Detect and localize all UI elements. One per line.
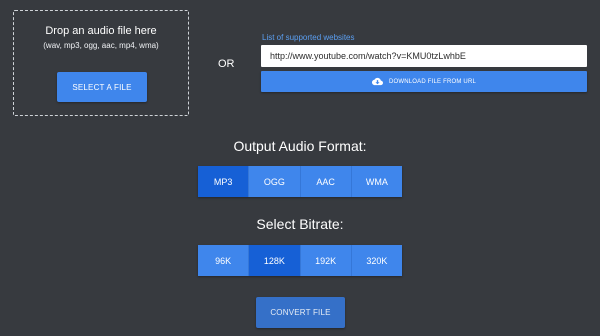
- supported-formats-text: (wav, mp3, ogg, aac, mp4, wma): [43, 41, 159, 50]
- url-input[interactable]: [261, 45, 587, 67]
- convert-file-button[interactable]: CONVERT FILE: [256, 297, 345, 328]
- drop-zone-title: Drop an audio file here: [45, 25, 157, 37]
- format-option-aac[interactable]: AAC: [300, 166, 352, 197]
- bitrate-option-320k[interactable]: 320K: [351, 245, 402, 276]
- format-selector: MP3 OGG AAC WMA: [198, 166, 402, 197]
- download-from-url-button[interactable]: DOWNLOAD FILE FROM URL: [261, 71, 587, 92]
- supported-websites-link[interactable]: List of supported websites: [262, 33, 355, 42]
- select-file-button[interactable]: SELECT A FILE: [57, 72, 147, 102]
- bitrate-selector: 96K 128K 192K 320K: [198, 245, 402, 276]
- bitrate-option-96k[interactable]: 96K: [198, 245, 250, 276]
- bitrate-heading: Select Bitrate:: [256, 216, 344, 232]
- cloud-download-icon: [371, 77, 383, 86]
- bitrate-option-192k[interactable]: 192K: [300, 245, 352, 276]
- bitrate-option-128k[interactable]: 128K: [249, 245, 301, 276]
- format-option-wma[interactable]: WMA: [351, 166, 402, 197]
- or-separator: OR: [218, 58, 235, 70]
- format-option-ogg[interactable]: OGG: [249, 166, 301, 197]
- file-drop-zone[interactable]: Drop an audio file here (wav, mp3, ogg, …: [13, 10, 189, 116]
- output-format-heading: Output Audio Format:: [233, 138, 367, 154]
- format-option-mp3[interactable]: MP3: [198, 166, 250, 197]
- download-from-url-label: DOWNLOAD FILE FROM URL: [388, 78, 477, 85]
